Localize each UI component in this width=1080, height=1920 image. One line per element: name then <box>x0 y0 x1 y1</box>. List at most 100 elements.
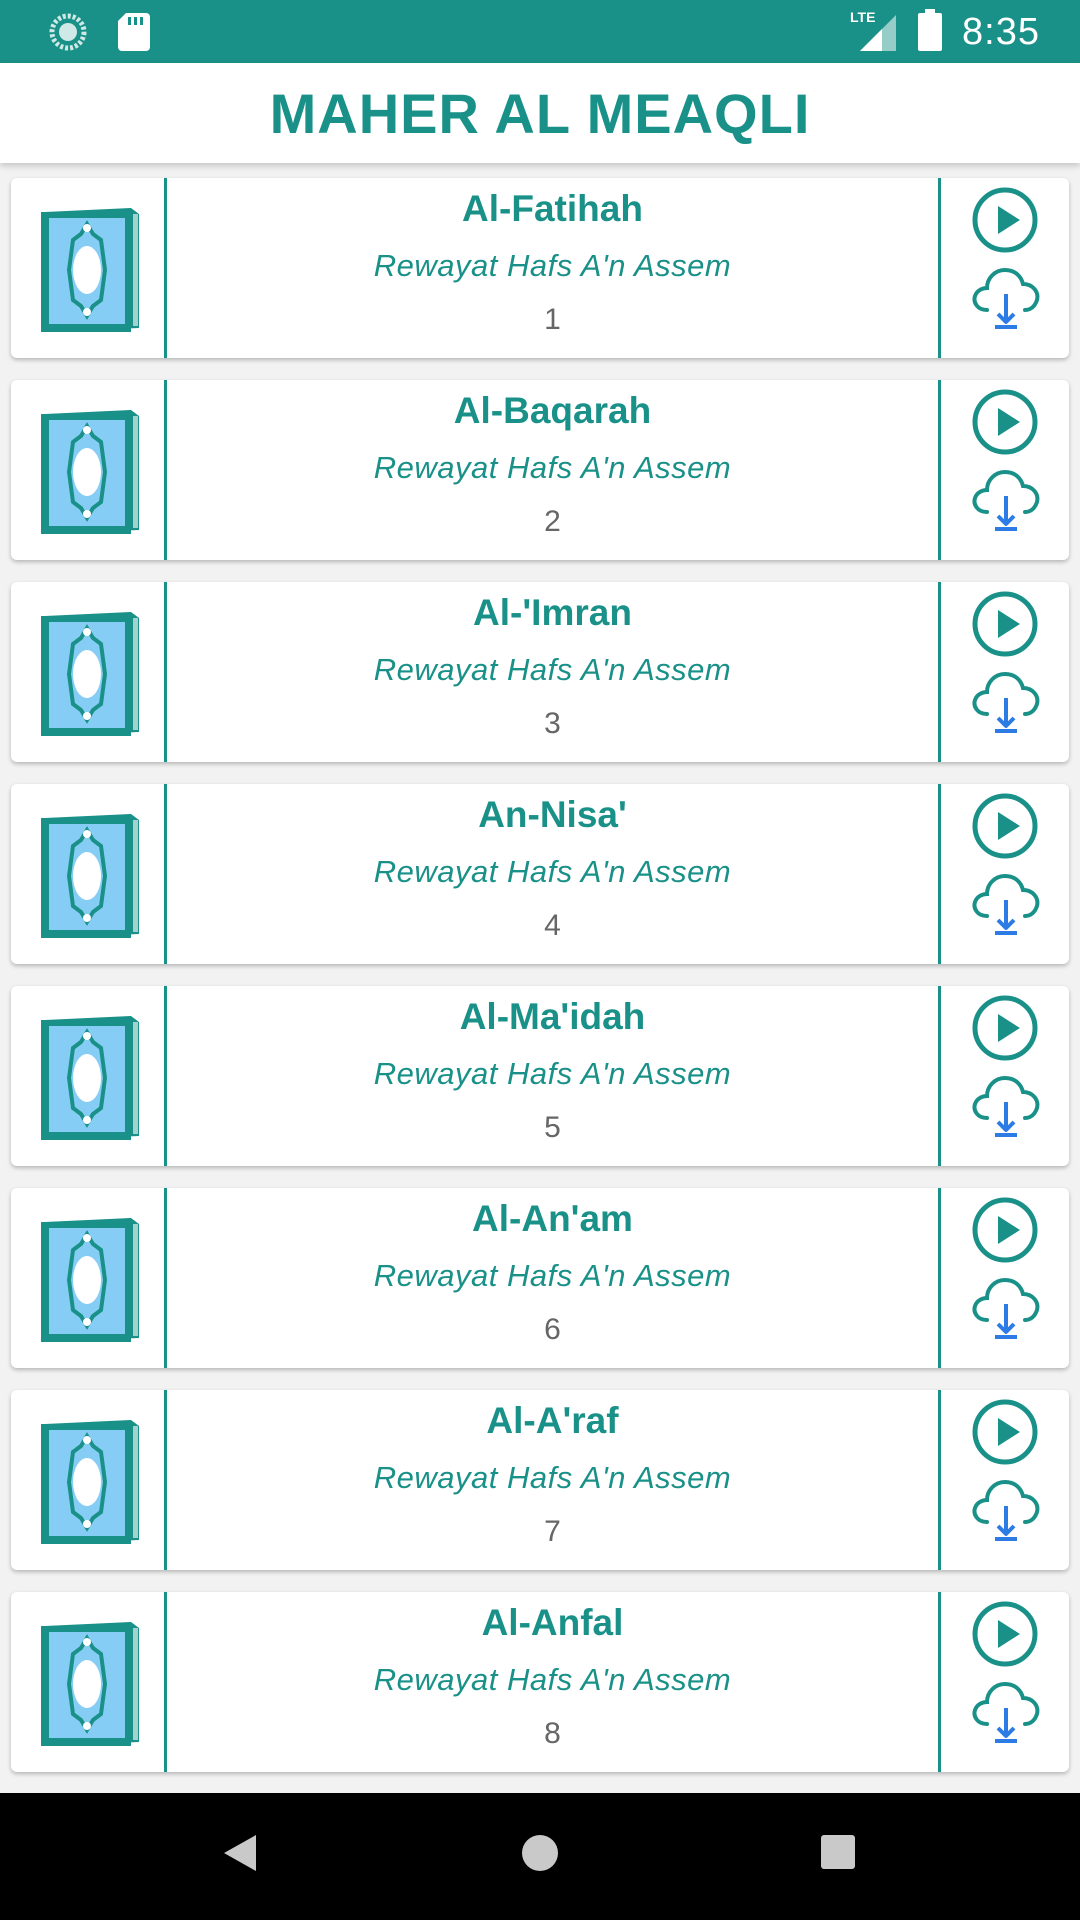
play-icon <box>972 187 1038 253</box>
sync-icon <box>48 12 88 57</box>
card-info: Al-'Imran Rewayat Hafs A'n Assem 3 <box>167 582 938 762</box>
sura-card-5[interactable]: Al-Ma'idah Rewayat Hafs A'n Assem 5 <box>11 986 1069 1166</box>
play-icon <box>972 389 1038 455</box>
cloud-download-icon <box>972 1681 1040 1743</box>
play-button[interactable] <box>971 388 1039 461</box>
back-icon[interactable] <box>222 1833 258 1878</box>
card-actions <box>941 380 1069 560</box>
download-button[interactable] <box>971 872 1041 941</box>
quran-book-icon <box>41 1622 139 1746</box>
download-button[interactable] <box>971 1074 1041 1143</box>
download-button[interactable] <box>971 1680 1041 1749</box>
riwaya-label: Rewayat Hafs A'n Assem <box>373 248 732 283</box>
card-actions <box>941 582 1069 762</box>
play-icon <box>972 995 1038 1061</box>
sura-card-1[interactable]: Al-Fatihah Rewayat Hafs A'n Assem 1 <box>11 178 1069 358</box>
card-info: Al-Baqarah Rewayat Hafs A'n Assem 2 <box>167 380 938 560</box>
card-actions <box>941 1592 1069 1772</box>
sura-name: Al-Ma'idah <box>459 996 646 1037</box>
cloud-download-icon <box>972 267 1040 329</box>
riwaya-label: Rewayat Hafs A'n Assem <box>373 1460 732 1495</box>
cloud-download-icon <box>972 1277 1040 1339</box>
play-icon <box>972 591 1038 657</box>
sd-card-icon <box>118 13 150 56</box>
cloud-download-icon <box>972 1075 1040 1137</box>
sura-list[interactable]: Al-Fatihah Rewayat Hafs A'n Assem 1 Al-B… <box>0 163 1080 1793</box>
download-button[interactable] <box>971 266 1041 335</box>
sura-number: 8 <box>544 1717 561 1750</box>
sura-card-8[interactable]: Al-Anfal Rewayat Hafs A'n Assem 8 <box>11 1592 1069 1772</box>
download-button[interactable] <box>971 1276 1041 1345</box>
recents-icon[interactable] <box>820 1833 856 1874</box>
card-thumbnail <box>11 1390 166 1570</box>
quran-book-icon <box>41 814 139 938</box>
quran-book-icon <box>41 612 139 736</box>
sura-name: Al-A'raf <box>486 1400 619 1441</box>
cloud-download-icon <box>972 671 1040 733</box>
play-button[interactable] <box>971 590 1039 663</box>
card-info: Al-Fatihah Rewayat Hafs A'n Assem 1 <box>167 178 938 358</box>
card-actions <box>941 1188 1069 1368</box>
sura-number: 1 <box>544 303 561 336</box>
quran-book-icon <box>41 410 139 534</box>
sura-card-6[interactable]: Al-An'am Rewayat Hafs A'n Assem 6 <box>11 1188 1069 1368</box>
signal-icon: LTE <box>850 9 898 53</box>
riwaya-label: Rewayat Hafs A'n Assem <box>373 1258 732 1293</box>
play-button[interactable] <box>971 186 1039 259</box>
card-actions <box>941 784 1069 964</box>
play-icon <box>972 793 1038 859</box>
play-button[interactable] <box>971 1398 1039 1471</box>
card-thumbnail <box>11 1592 166 1772</box>
download-button[interactable] <box>971 468 1041 537</box>
sura-number: 4 <box>544 909 561 942</box>
card-info: Al-An'am Rewayat Hafs A'n Assem 6 <box>167 1188 938 1368</box>
card-thumbnail <box>11 1188 166 1368</box>
sura-name: Al-Fatihah <box>462 188 643 229</box>
riwaya-label: Rewayat Hafs A'n Assem <box>373 854 732 889</box>
card-actions <box>941 986 1069 1166</box>
card-actions <box>941 1390 1069 1570</box>
riwaya-label: Rewayat Hafs A'n Assem <box>373 450 732 485</box>
card-thumbnail <box>11 380 166 560</box>
card-thumbnail <box>11 986 166 1166</box>
play-icon <box>972 1399 1038 1465</box>
cloud-download-icon <box>972 1479 1040 1541</box>
play-button[interactable] <box>971 1600 1039 1673</box>
play-button[interactable] <box>971 994 1039 1067</box>
play-icon <box>972 1197 1038 1263</box>
download-button[interactable] <box>971 1478 1041 1547</box>
sura-name: An-Nisa' <box>478 794 627 835</box>
sura-name: Al-Anfal <box>481 1602 624 1643</box>
sura-number: 6 <box>544 1313 561 1346</box>
page-title: MAHER AL MEAQLI <box>269 81 811 145</box>
sura-card-4[interactable]: An-Nisa' Rewayat Hafs A'n Assem 4 <box>11 784 1069 964</box>
card-thumbnail <box>11 784 166 964</box>
card-info: Al-Anfal Rewayat Hafs A'n Assem 8 <box>167 1592 938 1772</box>
quran-book-icon <box>41 1016 139 1140</box>
sura-name: Al-'Imran <box>473 592 632 633</box>
play-button[interactable] <box>971 792 1039 865</box>
battery-icon <box>918 8 943 56</box>
card-info: Al-A'raf Rewayat Hafs A'n Assem 7 <box>167 1390 938 1570</box>
card-thumbnail <box>11 582 166 762</box>
sura-number: 5 <box>544 1111 561 1144</box>
riwaya-label: Rewayat Hafs A'n Assem <box>373 1662 732 1697</box>
sura-number: 2 <box>544 505 561 538</box>
card-thumbnail <box>11 178 166 358</box>
download-button[interactable] <box>971 670 1041 739</box>
quran-book-icon <box>41 1420 139 1544</box>
sura-name: Al-An'am <box>472 1198 633 1239</box>
sura-card-3[interactable]: Al-'Imran Rewayat Hafs A'n Assem 3 <box>11 582 1069 762</box>
home-icon[interactable] <box>520 1833 560 1878</box>
clock: 8:35 <box>962 10 1040 53</box>
card-info: Al-Ma'idah Rewayat Hafs A'n Assem 5 <box>167 986 938 1166</box>
play-icon <box>972 1601 1038 1667</box>
play-button[interactable] <box>971 1196 1039 1269</box>
sura-card-2[interactable]: Al-Baqarah Rewayat Hafs A'n Assem 2 <box>11 380 1069 560</box>
app-bar: MAHER AL MEAQLI <box>0 63 1080 163</box>
sura-number: 7 <box>544 1515 561 1548</box>
system-nav-bar <box>0 1793 1080 1920</box>
sura-card-7[interactable]: Al-A'raf Rewayat Hafs A'n Assem 7 <box>11 1390 1069 1570</box>
cloud-download-icon <box>972 873 1040 935</box>
sura-name: Al-Baqarah <box>453 390 652 431</box>
